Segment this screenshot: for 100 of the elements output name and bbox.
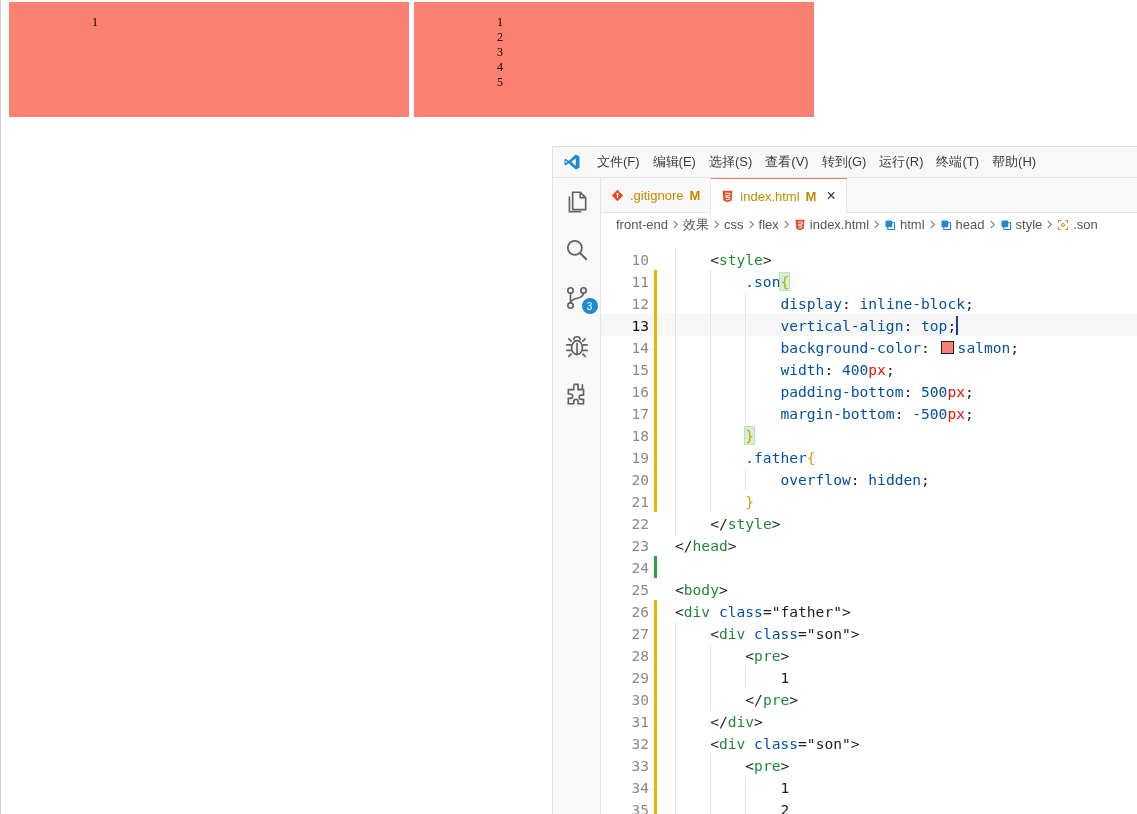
- code-token: ;: [964, 382, 974, 400]
- code-token: head: [692, 536, 728, 554]
- code-token: ;: [964, 294, 974, 312]
- menu-item[interactable]: 编辑(E): [652, 153, 696, 171]
- code-token: }: [745, 492, 755, 510]
- code-token: :: [903, 316, 914, 334]
- line-number: 10: [630, 250, 649, 268]
- code-token: .father: [745, 448, 807, 466]
- file-tab[interactable]: index.html M ×: [711, 178, 847, 213]
- code-token: style: [718, 250, 763, 268]
- line-number: 17: [630, 404, 649, 422]
- menu-item[interactable]: 帮助(H): [992, 153, 1037, 171]
- menu-item[interactable]: 运行(R): [879, 153, 924, 171]
- code-token: margin-bottom: [780, 404, 895, 422]
- breadcrumb-item[interactable]: style: [1015, 217, 1043, 232]
- breadcrumb-item[interactable]: head: [955, 217, 985, 232]
- code-token: 2: [780, 800, 790, 814]
- chevron-right-icon: [988, 219, 996, 230]
- code-token: >: [718, 580, 728, 598]
- code-token: hidden: [868, 470, 922, 488]
- code-token: =: [762, 602, 772, 620]
- color-swatch[interactable]: [940, 340, 954, 354]
- code-token: </: [745, 690, 763, 708]
- chevron-right-icon: [928, 219, 936, 230]
- menu-item[interactable]: 选择(S): [708, 153, 753, 171]
- line-number: 19: [630, 448, 649, 466]
- code-logo-icon: [563, 153, 581, 171]
- code-token: .son: [745, 272, 781, 290]
- line-number: 16: [630, 382, 649, 400]
- breadcrumb-item[interactable]: css: [724, 217, 744, 232]
- line-number: 20: [630, 470, 649, 488]
- code-token: </: [710, 712, 728, 730]
- code-token: background-color: [780, 338, 922, 356]
- pre-text: 1: [91, 15, 98, 30]
- code-token: pre: [762, 690, 790, 708]
- line-number: 35: [630, 800, 649, 814]
- menu-item[interactable]: 查看(V): [765, 153, 809, 171]
- code-token: px: [947, 382, 965, 400]
- menu-item[interactable]: 文件(F): [597, 153, 640, 171]
- line-number: 11: [630, 272, 649, 290]
- line-number: 18: [630, 426, 649, 444]
- code-token: </: [710, 514, 728, 532]
- code-token: display: [780, 294, 842, 312]
- selector-icon: [1057, 218, 1070, 231]
- code-token: <: [675, 580, 684, 598]
- code-token: width: [780, 360, 825, 378]
- menu-item[interactable]: 终端(T): [936, 153, 980, 171]
- code-token: :: [903, 382, 914, 400]
- chevron-right-icon: [672, 219, 680, 230]
- breadcrumb-item[interactable]: flex: [758, 217, 779, 232]
- code-token: >: [754, 712, 763, 730]
- menu-item[interactable]: 转到(G): [821, 153, 867, 171]
- line-number: 15: [630, 360, 649, 378]
- change-count-badge: 3: [581, 298, 598, 314]
- code-token: 400: [841, 360, 869, 378]
- pre-text: 5: [496, 75, 503, 90]
- code-token: :: [894, 404, 905, 422]
- code-token: pre: [754, 756, 781, 774]
- code-token: class: [754, 624, 799, 642]
- line-number: 14: [630, 338, 649, 356]
- breadcrumb-item[interactable]: html: [900, 217, 925, 232]
- chevron-right-icon: [747, 219, 755, 230]
- code-token: "son": [806, 734, 851, 752]
- code-token: ;: [965, 404, 974, 422]
- code-token: {: [780, 272, 790, 290]
- code-token: ;: [1010, 338, 1020, 356]
- close-tab-button[interactable]: ×: [826, 187, 836, 205]
- code-token: ;: [921, 470, 930, 488]
- line-number: 34: [630, 778, 649, 796]
- line-number: 21: [630, 492, 649, 510]
- code-token: div: [727, 712, 755, 730]
- breadcrumb-item[interactable]: index.html: [809, 217, 870, 232]
- bug-icon[interactable]: [563, 333, 590, 359]
- breadcrumb-item[interactable]: .son: [1073, 217, 1098, 232]
- code-token: >: [762, 250, 772, 268]
- code-token: </: [675, 536, 693, 554]
- code-token: <: [710, 734, 719, 752]
- code-token: >: [842, 602, 851, 620]
- breadcrumb-item[interactable]: 效果: [683, 215, 710, 234]
- code-token: >: [771, 514, 781, 532]
- element-icon: [999, 218, 1012, 231]
- code-token: =: [798, 624, 807, 642]
- element-icon: [884, 218, 897, 231]
- line-number: 31: [630, 712, 649, 730]
- breadcrumb-item[interactable]: front-end: [616, 217, 669, 232]
- code-token: <: [710, 624, 719, 642]
- code-token: "father": [771, 602, 842, 620]
- line-number: 26: [630, 602, 649, 620]
- code-token: -500: [912, 404, 948, 422]
- code-token: px: [947, 404, 965, 422]
- code-token: >: [780, 756, 790, 774]
- html-file-icon: [793, 218, 806, 231]
- line-number: 22: [630, 514, 649, 532]
- code-token: <: [710, 250, 719, 268]
- code-token: class: [754, 734, 799, 752]
- code-token: >: [850, 734, 860, 752]
- text-cursor: [956, 315, 958, 335]
- pre-text: 3: [496, 45, 503, 60]
- pre-text: 1: [496, 15, 503, 30]
- code-token: >: [789, 690, 799, 708]
